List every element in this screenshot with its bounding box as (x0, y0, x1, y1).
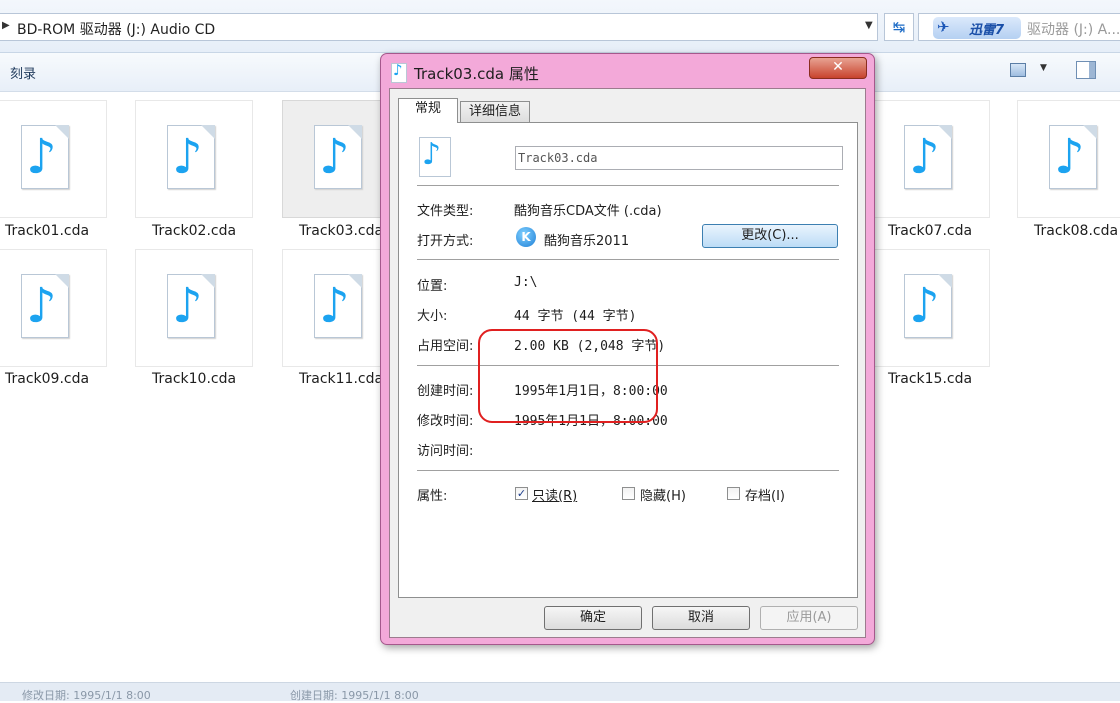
file-name[interactable]: Track10.cda (152, 371, 236, 387)
type-value: 酷狗音乐CDA文件 (.cda) (514, 204, 662, 219)
file-tile[interactable]: ♪ (1017, 100, 1120, 218)
close-button[interactable]: ✕ (809, 57, 867, 79)
file-tile[interactable]: ♪ (0, 249, 107, 367)
archive-checkbox[interactable] (727, 487, 740, 500)
file-tile[interactable]: ♪ (872, 100, 990, 218)
search-input[interactable]: ✈ 迅雷7 驱动器 (J:) A... (918, 13, 1120, 41)
file-name[interactable]: Track02.cda (152, 223, 236, 239)
thunder-bird-icon: ✈ (937, 18, 950, 36)
refresh-icon[interactable]: ↹ (884, 13, 914, 41)
hidden-label[interactable]: 隐藏(H) (640, 485, 686, 504)
divider (417, 259, 839, 261)
created-label: 创建时间: (417, 384, 474, 399)
audio-file-icon: ♪ (314, 125, 362, 189)
disk-size-label: 占用空间: (417, 339, 474, 354)
location-label: 位置: (417, 279, 448, 294)
status-modified: 修改日期: 1995/1/1 8:00 (22, 689, 151, 702)
burn-button[interactable]: 刻录 (10, 63, 36, 82)
address-strip: ▶ BD-ROM 驱动器 (J:) Audio CD ▼ ↹ ✈ 迅雷7 驱动器… (0, 0, 1120, 53)
audio-file-icon: ♪ (21, 274, 69, 338)
breadcrumb-arrow-icon[interactable]: ▶ (2, 20, 10, 31)
divider (417, 185, 839, 187)
properties-dialog: ♪ Track03.cda 属性 ✕ 常规 详细信息 ♪ 文件类型: 酷狗音乐C… (380, 53, 875, 645)
apply-button[interactable]: 应用(A) (760, 606, 858, 630)
audio-file-icon: ♪ (419, 137, 451, 177)
file-tile[interactable]: ♪ (135, 100, 253, 218)
accessed-label: 访问时间: (417, 444, 474, 459)
audio-file-icon: ♪ (314, 274, 362, 338)
thunder-badge[interactable]: ✈ 迅雷7 (933, 17, 1021, 39)
preview-pane-icon[interactable] (1076, 61, 1096, 79)
address-dropdown-icon[interactable]: ▼ (865, 20, 873, 31)
view-dropdown-icon[interactable]: ▼ (1040, 63, 1047, 73)
ok-button[interactable]: 确定 (544, 606, 642, 630)
audio-file-icon: ♪ (167, 274, 215, 338)
readonly-label[interactable]: 只读(R) (532, 485, 577, 504)
modified-label: 修改时间: (417, 414, 474, 429)
view-options-icon[interactable] (1010, 63, 1026, 77)
red-highlight-annotation (478, 329, 658, 423)
type-label: 文件类型: (417, 204, 474, 219)
file-name[interactable]: Track09.cda (5, 371, 89, 387)
file-name[interactable]: Track15.cda (888, 371, 972, 387)
file-name-field[interactable] (515, 146, 843, 170)
size-value: 44 字节 (44 字节) (514, 309, 637, 324)
audio-file-icon: ♪ (904, 125, 952, 189)
opens-with-value: 酷狗音乐2011 (544, 234, 630, 249)
file-name[interactable]: Track11.cda (299, 371, 383, 387)
dialog-title: Track03.cda 属性 (414, 65, 539, 83)
archive-label[interactable]: 存档(I) (745, 485, 785, 504)
search-placeholder: 驱动器 (J:) A... (1027, 22, 1120, 38)
file-icon: ♪ (391, 61, 407, 83)
status-bar: 修改日期: 1995/1/1 8:00 创建日期: 1995/1/1 8:00 (0, 682, 1120, 702)
change-button[interactable]: 更改(C)... (702, 224, 838, 248)
opens-with-label: 打开方式: (417, 234, 474, 249)
audio-file-icon: ♪ (167, 125, 215, 189)
tab-details[interactable]: 详细信息 (460, 101, 530, 123)
cancel-button[interactable]: 取消 (652, 606, 750, 630)
audio-file-icon: ♪ (904, 274, 952, 338)
file-tile[interactable]: ♪ (135, 249, 253, 367)
status-created: 创建日期: 1995/1/1 8:00 (290, 689, 419, 702)
location-value: J:\ (514, 275, 538, 290)
file-name[interactable]: Track03.cda (299, 223, 383, 239)
divider (417, 470, 839, 472)
kugou-app-icon: K (516, 227, 536, 247)
address-bar[interactable]: ▶ BD-ROM 驱动器 (J:) Audio CD (0, 13, 878, 41)
audio-file-icon: ♪ (21, 125, 69, 189)
tab-general[interactable]: 常规 (398, 98, 458, 123)
file-name[interactable]: Track07.cda (888, 223, 972, 239)
attributes-label: 属性: (417, 489, 448, 504)
hidden-checkbox[interactable] (622, 487, 635, 500)
file-tile[interactable]: ♪ (872, 249, 990, 367)
size-label: 大小: (417, 309, 448, 324)
readonly-checkbox[interactable]: ✓ (515, 487, 528, 500)
file-name[interactable]: Track01.cda (5, 223, 89, 239)
audio-file-icon: ♪ (1049, 125, 1097, 189)
file-name[interactable]: Track08.cda (1034, 223, 1118, 239)
thunder-label: 迅雷7 (969, 23, 1005, 38)
file-tile[interactable]: ♪ (0, 100, 107, 218)
address-path[interactable]: BD-ROM 驱动器 (J:) Audio CD (17, 19, 215, 39)
